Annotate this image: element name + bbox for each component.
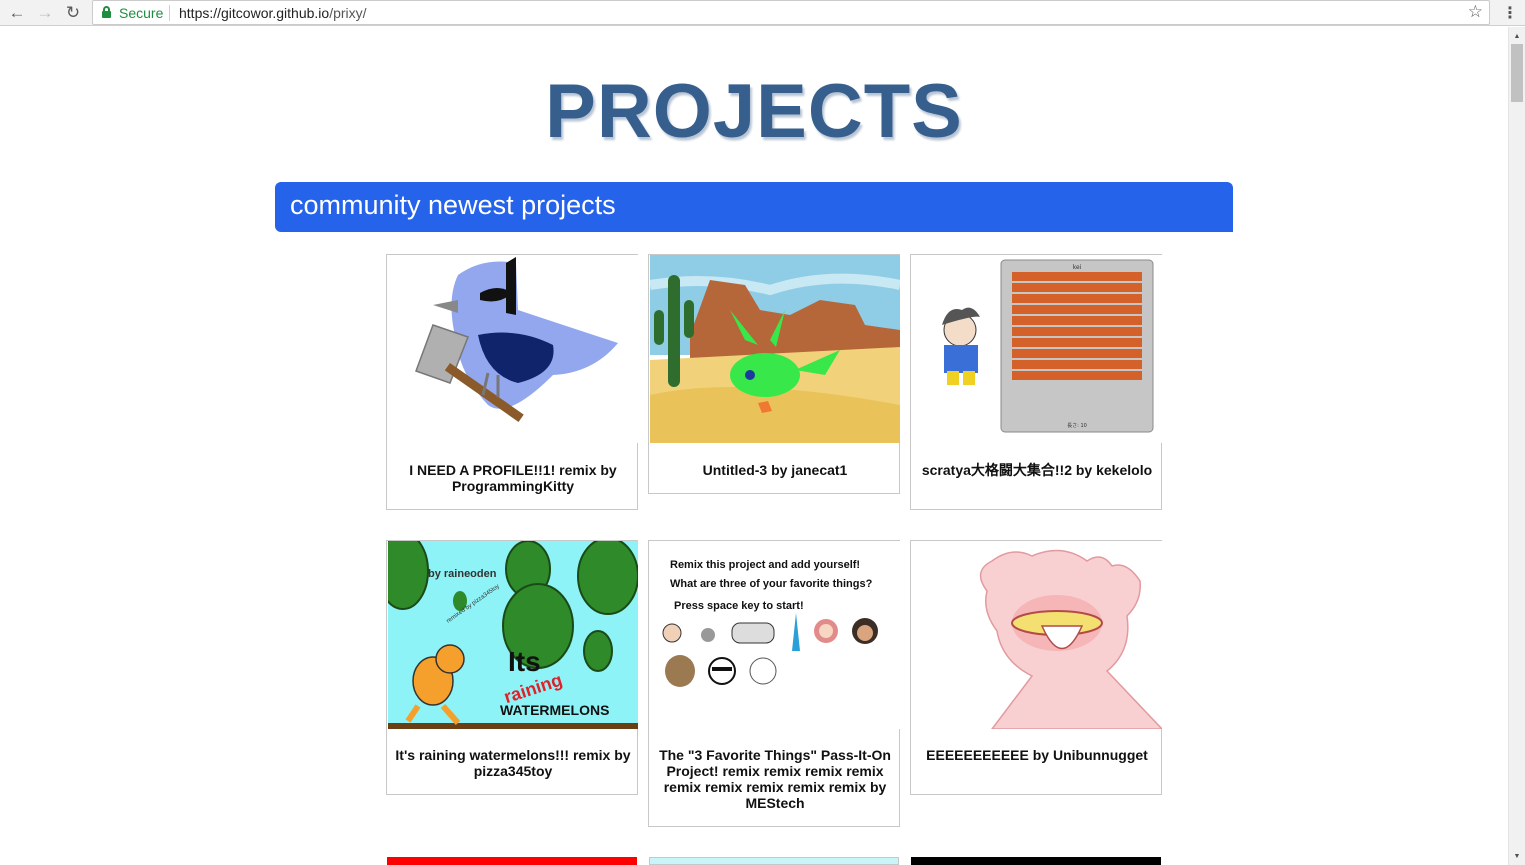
url-path: /prixy/ bbox=[329, 5, 367, 21]
list-footer: 長さ: 10 bbox=[1067, 422, 1087, 429]
project-thumbnail[interactable]: kei 長さ: 10 bbox=[912, 255, 1162, 443]
forward-arrow-icon[interactable]: → bbox=[33, 1, 57, 25]
thumb-line-2: What are three of your favorite things? bbox=[670, 578, 873, 590]
project-title[interactable]: I NEED A PROFILE!!1! remix by Programmin… bbox=[393, 462, 633, 494]
thumb-its: Its bbox=[508, 646, 541, 677]
project-card-partial[interactable] bbox=[649, 857, 899, 865]
project-card[interactable]: Remix this project and add yourself! Wha… bbox=[648, 540, 900, 827]
thumb-line-1: Remix this project and add yourself! bbox=[670, 559, 860, 571]
list-header: kei bbox=[1073, 264, 1082, 271]
list-scoreboard-image: kei 長さ: 10 bbox=[912, 255, 1162, 443]
project-title[interactable]: Untitled-3 by janecat1 bbox=[655, 462, 895, 478]
browser-toolbar: ← → ↻ Secure https://gitcowor.github.io/… bbox=[0, 0, 1525, 26]
project-title[interactable]: EEEEEEEEEEE by Unibunnugget bbox=[917, 747, 1157, 763]
project-card[interactable]: I NEED A PROFILE!!1! remix by Programmin… bbox=[386, 254, 638, 510]
project-card-partial[interactable] bbox=[911, 857, 1161, 865]
pink-creature-image bbox=[912, 541, 1162, 729]
url-host: https://gitcowor.github.io bbox=[179, 5, 330, 21]
section-header: community newest projects bbox=[275, 182, 1233, 232]
desert-creature-image bbox=[650, 255, 900, 443]
bookmark-star-icon[interactable]: ☆ bbox=[1468, 2, 1483, 22]
project-thumbnail[interactable] bbox=[388, 255, 638, 443]
scroll-thumb[interactable] bbox=[1511, 44, 1523, 102]
project-title[interactable]: It's raining watermelons!!! remix by piz… bbox=[393, 747, 633, 779]
address-bar[interactable]: Secure https://gitcowor.github.io/prixy/… bbox=[92, 0, 1490, 25]
page-title: PROJECTS bbox=[545, 69, 963, 154]
watermelons-image: by raineoden remixed by pizza345toy Its … bbox=[388, 541, 638, 729]
thumb-watermelons: WATERMELONS bbox=[500, 702, 609, 718]
project-card[interactable]: Untitled-3 by janecat1 bbox=[648, 254, 900, 494]
omnibox-divider bbox=[169, 5, 170, 21]
project-card[interactable]: EEEEEEEEEEE by Unibunnugget bbox=[910, 540, 1162, 795]
scroll-up-arrow-icon[interactable]: ▲ bbox=[1509, 29, 1525, 43]
project-card-partial[interactable] bbox=[387, 857, 637, 865]
secure-label: Secure bbox=[119, 5, 164, 21]
reload-icon[interactable]: ↻ bbox=[61, 1, 85, 25]
favorite-things-image: Remix this project and add yourself! Wha… bbox=[650, 541, 900, 729]
project-thumbnail[interactable]: by raineoden remixed by pizza345toy Its … bbox=[388, 541, 638, 729]
scroll-down-arrow-icon[interactable]: ▼ bbox=[1509, 849, 1525, 863]
project-title[interactable]: scratya大格闘大集合!!2 by kekelolo bbox=[917, 462, 1157, 478]
back-arrow-icon[interactable]: ← bbox=[5, 1, 29, 25]
project-card[interactable]: by raineoden remixed by pizza345toy Its … bbox=[386, 540, 638, 795]
project-thumbnail[interactable]: Remix this project and add yourself! Wha… bbox=[650, 541, 900, 729]
project-thumbnail[interactable] bbox=[912, 541, 1162, 729]
thumb-byline: by raineoden bbox=[428, 568, 497, 580]
bird-hammer-image bbox=[388, 255, 638, 443]
lock-icon bbox=[102, 6, 111, 18]
thumb-line-3: Press space key to start! bbox=[674, 600, 804, 612]
page-scrollbar[interactable]: ▲ ▼ bbox=[1508, 27, 1525, 865]
url-text[interactable]: https://gitcowor.github.io/prixy/ bbox=[179, 5, 367, 21]
project-title[interactable]: The "3 Favorite Things" Pass-It-On Proje… bbox=[655, 747, 895, 811]
project-thumbnail[interactable] bbox=[650, 255, 900, 443]
project-card[interactable]: kei 長さ: 10 scratya大格闘大集合!!2 by kekelolo bbox=[910, 254, 1162, 510]
menu-kebab-icon[interactable]: ⋮ bbox=[1500, 2, 1520, 24]
